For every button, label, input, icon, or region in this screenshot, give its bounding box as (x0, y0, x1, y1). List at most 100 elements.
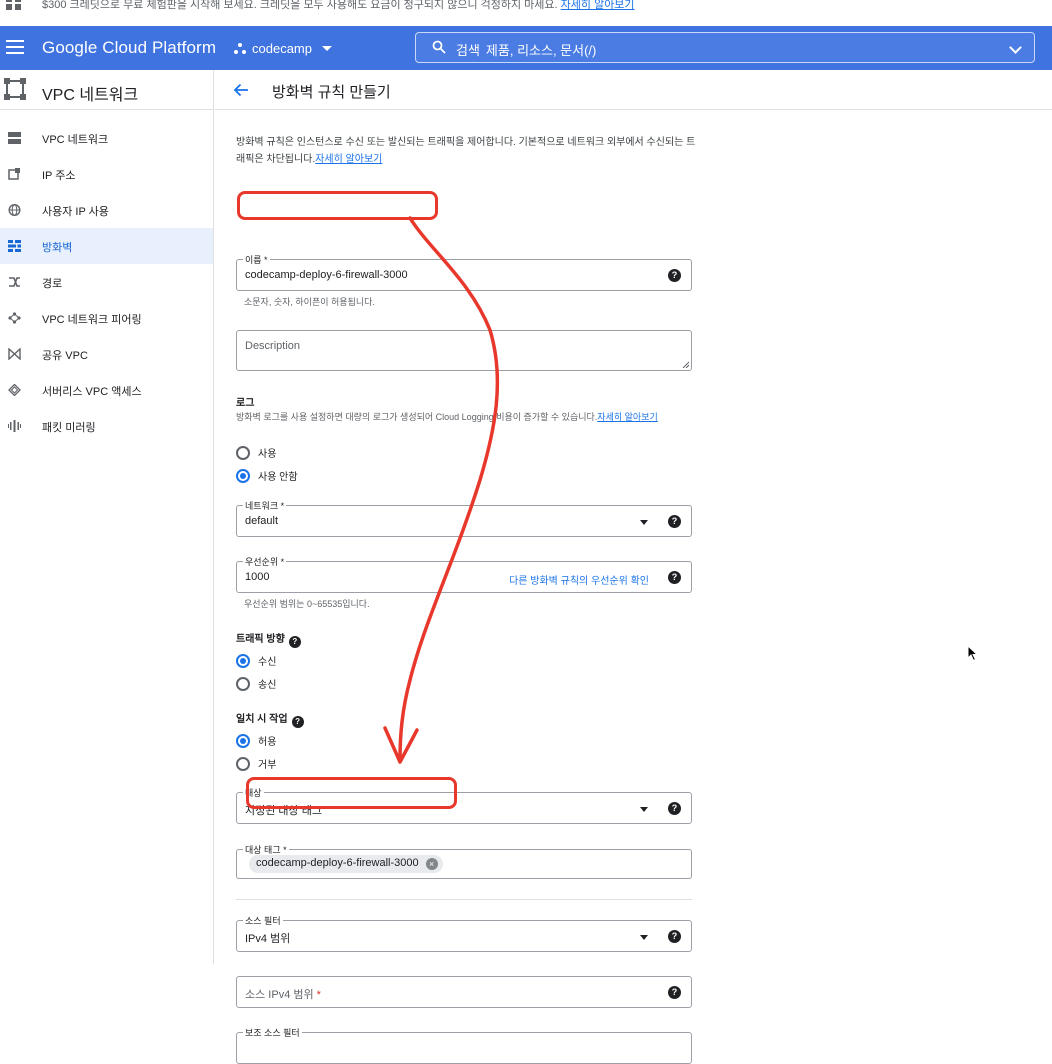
help-icon[interactable]: ? (668, 802, 681, 815)
source-ipv4-field[interactable]: 소스 IPv4 범위 * ? (236, 976, 692, 1008)
source-filter-select[interactable]: 소스 필터 IPv4 범위 ? (236, 914, 692, 952)
help-icon[interactable]: ? (668, 571, 681, 584)
action-deny-radio[interactable]: 거부 (236, 756, 276, 771)
sidebar-item-vpc-networks[interactable]: VPC 네트워크 (0, 120, 213, 156)
source-ipv4-placeholder: 소스 IPv4 범위 * (245, 989, 321, 1001)
help-icon[interactable]: ? (288, 636, 301, 648)
chevron-down-icon[interactable] (1009, 41, 1022, 54)
trial-notice: $300 크레딧으로 무료 체험판을 시작해 보세요. 크레딧을 모두 사용해도… (0, 0, 1052, 26)
remove-chip-icon[interactable]: × (425, 858, 438, 870)
radio-label: 사용 (258, 449, 277, 460)
sidebar-item-serverless-vpc-access[interactable]: 서버리스 VPC 액세스 (0, 372, 213, 408)
radio-button (236, 756, 250, 771)
priority-check-link[interactable]: 다른 방화벽 규칙의 우선순위 확인 (509, 572, 649, 587)
radio-button (236, 676, 250, 691)
sidebar-item-label: VPC 네트워크 (42, 134, 109, 146)
annotation-box-name (237, 191, 438, 220)
description-field[interactable]: Description (236, 330, 692, 371)
secondary-filter-label: 보조 소스 필터 (243, 1026, 302, 1039)
sidebar-item-label: 경로 (42, 278, 63, 290)
priority-value: 1000 (245, 571, 270, 583)
learn-more-link[interactable]: 자세히 알아보기 (315, 154, 382, 165)
search-bar[interactable]: 검색 제품, 리소스, 문서(/) (415, 32, 1035, 63)
dropdown-arrow-icon (640, 935, 648, 940)
radio-button (236, 468, 250, 483)
serverless-icon (8, 384, 21, 396)
resize-handle-icon[interactable] (682, 361, 689, 368)
radio-label: 거부 (258, 760, 277, 771)
page-header: 방화벽 규칙 만들기 (215, 70, 1052, 110)
action-allow-radio[interactable]: 허용 (236, 733, 276, 748)
sidebar-item-label: 방화벽 (42, 242, 73, 254)
sidebar: VPC 네트워크 VPC 네트워크 IP 주소 사용자 IP 사용 방화벽 경로… (0, 70, 214, 964)
project-dots-icon (234, 42, 246, 55)
sidebar-item-ip-addresses[interactable]: IP 주소 (0, 156, 213, 192)
logs-on-radio[interactable]: 사용 (236, 445, 276, 460)
notice-text: $300 크레딧으로 무료 체험판을 시작해 보세요. 크레딧을 모두 사용해도… (42, 0, 635, 11)
shared-vpc-icon (8, 348, 21, 360)
radio-label: 허용 (258, 737, 277, 748)
sidebar-item-label: 공유 VPC (42, 350, 88, 362)
description-placeholder: Description (245, 340, 301, 352)
help-icon[interactable]: ? (668, 515, 681, 528)
annotation-box-tag (246, 777, 457, 809)
project-name: codecamp (252, 41, 312, 56)
apps-grid-icon (6, 0, 22, 10)
notice-link[interactable]: 자세히 알아보기 (561, 0, 635, 11)
vpc-network-icon (8, 132, 21, 144)
logs-title: 로그 (236, 398, 255, 409)
dropdown-arrow-icon (640, 520, 648, 525)
caret-down-icon (321, 46, 332, 51)
sidebar-item-label: 서버리스 VPC 액세스 (42, 386, 142, 398)
target-tag-chip[interactable]: codecamp-deploy-6-firewall-3000 × (249, 855, 443, 873)
ip-address-icon (8, 168, 20, 180)
radio-button (236, 653, 250, 668)
top-app-bar: Google Cloud Platform codecamp 검색 제품, 리소스… (0, 26, 1052, 70)
help-icon[interactable]: ? (668, 930, 681, 943)
peering-icon (8, 312, 21, 324)
sidebar-item-vpc-peering[interactable]: VPC 네트워크 피어링 (0, 300, 213, 336)
packet-mirroring-icon (8, 420, 21, 432)
vpc-product-icon (4, 78, 26, 100)
mouse-cursor-icon (967, 645, 979, 662)
sidebar-item-label: 패킷 미러링 (42, 422, 96, 434)
network-select[interactable]: 네트워크 * default ? (236, 499, 692, 537)
gcp-brand[interactable]: Google Cloud Platform (42, 38, 216, 58)
priority-field[interactable]: 우선순위 * 1000 다른 방화벽 규칙의 우선순위 확인 ? (236, 555, 692, 593)
logs-off-radio[interactable]: 사용 안함 (236, 468, 298, 483)
sidebar-item-firewall[interactable]: 방화벽 (0, 228, 213, 264)
priority-hint: 우선순위 범위는 0~65535입니다. (244, 599, 370, 609)
radio-button (236, 445, 250, 460)
logs-learn-more-link[interactable]: 자세히 알아보기 (597, 412, 657, 422)
search-label: 검색 (456, 43, 480, 58)
help-icon[interactable]: ? (668, 269, 681, 282)
target-tags-field[interactable]: 대상 태그 * codecamp-deploy-6-firewall-3000 … (236, 843, 692, 879)
sidebar-item-packet-mirroring[interactable]: 패킷 미러링 (0, 408, 213, 444)
sidebar-item-routes[interactable]: 경로 (0, 264, 213, 300)
menu-icon[interactable] (6, 40, 24, 54)
direction-ingress-radio[interactable]: 수신 (236, 653, 276, 668)
radio-button (236, 733, 250, 748)
radio-label: 송신 (258, 680, 277, 691)
help-icon[interactable]: ? (291, 716, 304, 728)
globe-icon (8, 204, 21, 216)
priority-label: 우선순위 * (243, 555, 287, 568)
sidebar-header: VPC 네트워크 (0, 70, 213, 110)
action-title: 일치 시 작업? (236, 710, 304, 728)
secondary-source-filter-select[interactable]: 보조 소스 필터 (236, 1026, 692, 1064)
name-field[interactable]: 이름 * codecamp-deploy-6-firewall-3000 ? (236, 253, 692, 291)
page-intro: 방화벽 규칙은 인스턴스로 수신 또는 발신되는 트래픽을 제어합니다. 기본적… (236, 137, 696, 165)
back-arrow-icon[interactable] (233, 82, 249, 98)
sidebar-item-label: IP 주소 (42, 170, 76, 182)
firewall-icon (8, 240, 21, 252)
logs-desc: 방화벽 로그를 사용 설정하면 대량의 로그가 생성되어 Cloud Loggi… (236, 412, 658, 422)
sidebar-item-shared-vpc[interactable]: 공유 VPC (0, 336, 213, 372)
direction-egress-radio[interactable]: 송신 (236, 676, 276, 691)
direction-title: 트래픽 방향? (236, 630, 301, 648)
help-icon[interactable]: ? (668, 986, 681, 999)
sidebar-item-bring-your-own-ip[interactable]: 사용자 IP 사용 (0, 192, 213, 228)
source-filter-label: 소스 필터 (243, 914, 283, 927)
divider (236, 899, 692, 900)
project-selector[interactable]: codecamp (234, 41, 332, 56)
radio-label: 수신 (258, 657, 277, 668)
